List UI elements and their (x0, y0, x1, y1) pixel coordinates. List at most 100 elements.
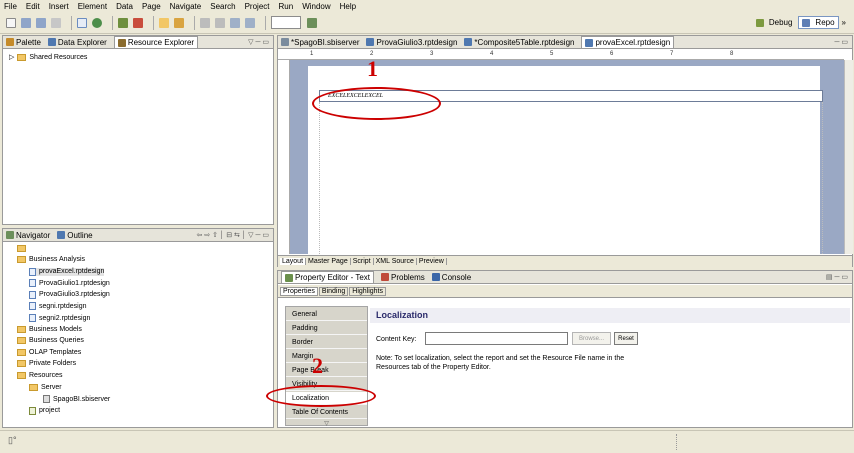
menu-project[interactable]: Project (245, 2, 270, 11)
editor-tab-0[interactable]: *SpagoBI.sbiserver (281, 38, 359, 47)
editor-bottom-tab-layout[interactable]: Layout (280, 258, 307, 265)
category-margin[interactable]: Margin (286, 350, 367, 363)
category-scroll-down-icon[interactable]: ▽ (285, 420, 368, 428)
category-border[interactable]: Border (286, 336, 367, 349)
perspective-repo[interactable]: Repo (798, 16, 839, 29)
back-icon[interactable] (230, 17, 240, 28)
property-subtab-binding[interactable]: Binding (318, 286, 349, 296)
editor-tab-3[interactable]: provaExcel.rptdesign (581, 36, 675, 48)
section-title: Localization (370, 308, 850, 323)
pin-icon[interactable] (307, 17, 317, 28)
tree-item-olap-templates[interactable]: OLAP Templates (17, 348, 81, 356)
menu-window[interactable]: Window (302, 2, 330, 11)
menu-insert[interactable]: Insert (49, 2, 69, 11)
print-icon[interactable] (51, 17, 61, 28)
save-icon[interactable] (21, 17, 31, 28)
prop-tab-2[interactable]: Console (431, 273, 471, 282)
run-icon[interactable] (92, 17, 102, 28)
open-folder-icon[interactable] (159, 17, 169, 28)
nav-tab-1[interactable]: Outline (57, 231, 93, 240)
next-annotation-icon[interactable] (200, 17, 210, 28)
editor-tab-icon (585, 38, 594, 47)
menu-bar: File Edit Insert Element Data Page Navigate Sea… (0, 0, 854, 12)
menu-search[interactable]: Search (210, 2, 235, 11)
tree-item-project[interactable]: project (29, 406, 60, 415)
property-view-controls[interactable]: ▤ ─ ▭ (826, 273, 848, 281)
menu-element[interactable]: Element (78, 2, 107, 11)
tree-item-segni-rptdesign[interactable]: segni.rptdesign (29, 302, 86, 311)
tl-tab-0[interactable]: Palette (6, 38, 41, 47)
previous-annotation-icon[interactable] (215, 17, 225, 28)
navigator-toolbar[interactable]: ⇦ ⇨ ⇧ │ ⊟ ⇆ │ ▽ ─ ▭ (196, 231, 269, 239)
editor-tab-1[interactable]: ProvaGiulio3.rptdesign (366, 38, 457, 47)
property-subtab-highlights[interactable]: Highlights (349, 286, 387, 296)
external-tools-icon[interactable] (133, 17, 143, 28)
editor-bottom-tab-preview[interactable]: Preview (417, 258, 447, 265)
pencil-icon[interactable] (174, 17, 184, 28)
menu-page[interactable]: Page (142, 2, 161, 11)
category-table-of-contents[interactable]: Table Of Contents (286, 406, 367, 419)
tree-item-root[interactable] (17, 245, 29, 252)
new-report-icon[interactable] (77, 17, 87, 28)
prop-tab-0[interactable]: Property Editor - Text (281, 271, 374, 283)
editor-tab-2[interactable]: *Composite5Table.rptdesign (464, 38, 574, 47)
annotation-ring-1 (312, 87, 441, 120)
tree-item-business-queries[interactable]: Business Queries (17, 337, 84, 345)
tree-item-provagiulio3-rptdesign[interactable]: ProvaGiulio3.rptdesign (29, 290, 110, 299)
expand-arrow-icon[interactable]: ▷ (9, 53, 14, 61)
menu-run[interactable]: Run (279, 2, 294, 11)
tree-item-spagobi-sbiserver[interactable]: SpagoBI.sbiserver (43, 395, 110, 404)
tree-item-provaexcel-rptdesign[interactable]: provaExcel.rptdesign (29, 267, 105, 276)
category-general[interactable]: General (286, 308, 367, 321)
tree-item-segni2-rptdesign[interactable]: segni2.rptdesign (29, 314, 90, 322)
tree-item-private-folders[interactable]: Private Folders (17, 360, 77, 368)
project-icon (29, 406, 36, 415)
content-key-input[interactable] (425, 332, 568, 345)
ruler-number: 7 (670, 51, 674, 57)
save-all-icon[interactable] (36, 17, 46, 28)
tree-item-business-analysis[interactable]: Business Analysis (17, 256, 85, 263)
browse-button[interactable]: Browse... (572, 332, 611, 345)
folder-icon (29, 383, 38, 391)
tree-item-business-models[interactable]: Business Models (17, 325, 82, 333)
debug-icon[interactable] (118, 17, 128, 28)
property-subtab-properties[interactable]: Properties (280, 286, 318, 296)
property-editor-view: Property Editor - Text Problems Console ▤ … (266, 270, 853, 428)
tree-item-resources[interactable]: Resources (17, 372, 62, 379)
tree-item-shared-resources[interactable]: ▷ Shared Resources (9, 53, 87, 61)
menu-help[interactable]: Help (340, 2, 356, 11)
new-icon[interactable] (6, 17, 16, 28)
tl-tab-2[interactable]: Resource Explorer (113, 36, 199, 48)
menu-navigate[interactable]: Navigate (170, 2, 202, 11)
tree-item-label: Private Folders (29, 360, 77, 368)
tree-item-label: ProvaGiulio3.rptdesign (39, 291, 110, 299)
category-padding[interactable]: Padding (286, 322, 367, 335)
ruler-number: 1 (310, 51, 314, 57)
folder-icon (17, 360, 26, 368)
zoom-combo[interactable] (271, 16, 301, 29)
editor-bottom-tab-xml-source[interactable]: XML Source (374, 258, 417, 265)
reset-button[interactable]: Reset (614, 332, 638, 345)
navigator-view: Navigator Outline ⇦ ⇨ ⇧ │ ⊟ ⇆ │ ▽ ─ ▭ Bus… (2, 228, 274, 428)
menu-file[interactable]: File (4, 2, 17, 11)
tree-item-provagiulio1-rptdesign[interactable]: ProvaGiulio1.rptdesign (29, 279, 110, 288)
menu-data[interactable]: Data (116, 2, 133, 11)
perspective-more-icon[interactable]: » (842, 18, 846, 27)
editor-vertical-scrollbar[interactable] (844, 60, 853, 254)
editor-window-controls[interactable]: ─ ▭ (834, 38, 848, 46)
tl-tab-icon (6, 38, 14, 46)
forward-icon[interactable] (245, 17, 255, 28)
category-page-break[interactable]: Page Break (286, 364, 367, 377)
tree-item-server[interactable]: Server (29, 383, 62, 391)
menu-edit[interactable]: Edit (26, 2, 40, 11)
vertical-ruler (278, 60, 290, 254)
fast-view-icon[interactable]: ▯° (8, 435, 17, 446)
view-menu-controls[interactable]: ▽ ─ ▭ (248, 38, 269, 46)
editor-bottom-tab-script[interactable]: Script (351, 258, 374, 265)
toolbar-divider (112, 15, 113, 30)
nav-tab-0[interactable]: Navigator (6, 231, 50, 240)
editor-bottom-tab-master-page[interactable]: Master Page (306, 258, 351, 265)
tl-tab-1[interactable]: Data Explorer (47, 38, 107, 47)
perspective-debug[interactable]: Debug (753, 17, 796, 28)
prop-tab-1[interactable]: Problems (381, 273, 425, 282)
